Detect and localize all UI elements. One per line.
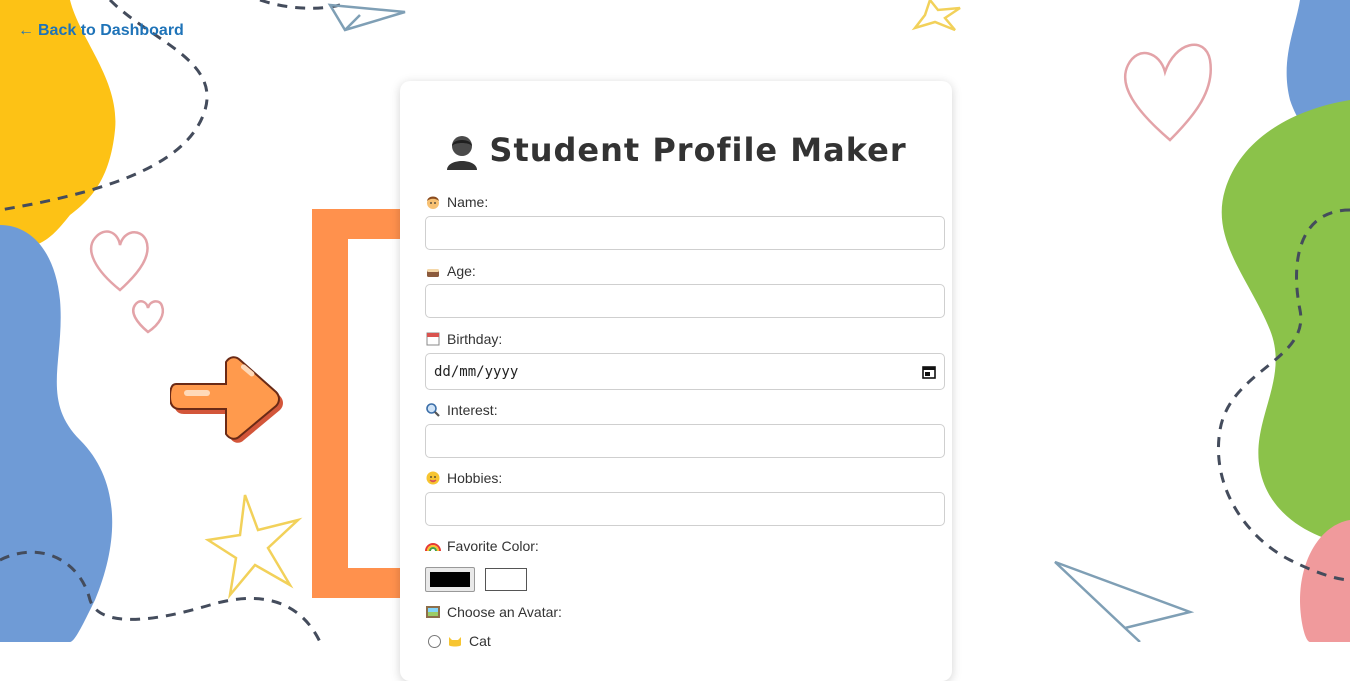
avatar-option-cat[interactable]: Cat (428, 633, 491, 649)
favorite-color-label: Favorite Color: (425, 538, 539, 554)
selected-color-swatch (430, 572, 470, 587)
smiley-face-icon (426, 471, 440, 485)
blue-blob-left (0, 225, 113, 642)
secondary-color-box[interactable] (485, 568, 527, 591)
birthday-label: Birthday: (425, 331, 502, 347)
paper-plane-doodle (327, 3, 406, 32)
name-label: Name: (425, 194, 488, 210)
birthday-date-input[interactable]: dd/mm/yyyy (425, 353, 945, 390)
framed-picture-icon (426, 606, 440, 618)
age-input[interactable] (425, 284, 945, 318)
student-bust-icon (447, 136, 478, 170)
calendar-picker-icon[interactable] (922, 365, 936, 379)
heart-doodle (89, 230, 149, 292)
age-label: Age: (425, 263, 476, 279)
rainbow-icon (425, 543, 441, 552)
hobbies-label-text: Hobbies: (447, 470, 503, 486)
heart-doodle (131, 300, 165, 334)
avatar-label-text: Choose an Avatar: (447, 604, 562, 620)
child-face-icon (427, 196, 439, 209)
paper-plane-doodle (1054, 560, 1195, 642)
calendar-icon (426, 332, 440, 346)
dashed-path (259, 0, 341, 10)
page-title: Student Profile Maker (400, 131, 952, 170)
green-blob (1221, 100, 1350, 545)
avatar-option-label: Cat (469, 633, 491, 649)
birthday-label-text: Birthday: (447, 331, 503, 347)
birthday-cake-icon (427, 269, 439, 277)
heart-doodle (1123, 43, 1213, 142)
star-doodle (204, 494, 303, 600)
star-doodle (911, 0, 961, 32)
pointing-arrow-icon (170, 356, 283, 443)
age-label-text: Age: (447, 263, 476, 279)
cat-face-icon (449, 637, 461, 647)
magnifier-icon (426, 403, 440, 417)
back-link-label: Back to Dashboard (38, 22, 184, 39)
orange-bracket-decoration (312, 209, 402, 598)
hobbies-label: Hobbies: (425, 470, 502, 486)
title-text: Student Profile Maker (489, 131, 907, 169)
avatar-label: Choose an Avatar: (425, 604, 562, 620)
name-input[interactable] (425, 216, 945, 250)
favorite-color-picker[interactable] (425, 567, 475, 592)
arrow-left-icon: ← (18, 22, 34, 39)
interest-label-text: Interest: (447, 402, 498, 418)
favorite-color-label-text: Favorite Color: (447, 538, 539, 554)
hobbies-input[interactable] (425, 492, 945, 526)
name-label-text: Name: (447, 194, 489, 210)
back-to-dashboard-link[interactable]: ← Back to Dashboard (18, 22, 184, 40)
interest-label: Interest: (425, 402, 498, 418)
interest-input[interactable] (425, 424, 945, 458)
pink-blob (1300, 520, 1350, 642)
profile-form-card: Student Profile Maker Name: Age: Birthda… (400, 81, 952, 681)
avatar-radio[interactable] (428, 634, 441, 648)
birthday-value: dd/mm/yyyy (434, 363, 519, 380)
